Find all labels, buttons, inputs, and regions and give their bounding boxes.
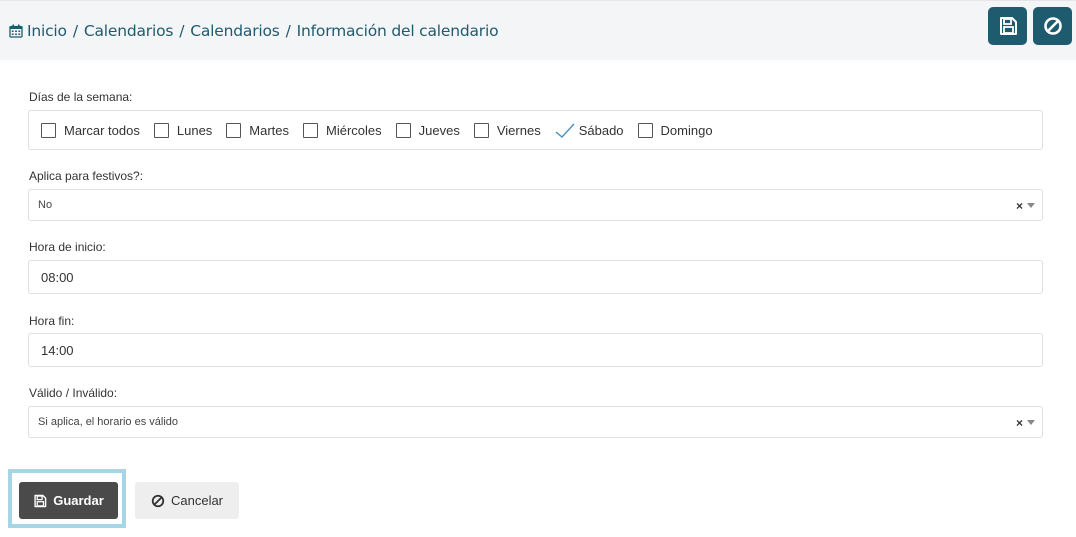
valido-select[interactable]: Si aplica, el horario es válido × (28, 406, 1043, 438)
festivos-label: Aplica para festivos?: (29, 169, 144, 183)
clear-selection-icon[interactable]: × (1016, 416, 1023, 430)
checkbox-box[interactable] (153, 122, 169, 138)
days-label: Días de la semana: (29, 90, 133, 104)
hora-fin-input[interactable]: 14:00 (28, 333, 1043, 367)
hora-fin-value: 14:00 (41, 342, 74, 358)
calendar-icon (9, 24, 23, 38)
checkbox-viernes[interactable]: Viernes (473, 122, 541, 138)
header-cancel-button[interactable] (1033, 7, 1072, 45)
hora-inicio-value: 08:00 (41, 269, 74, 285)
floppy-disk-icon (999, 17, 1017, 35)
breadcrumb: Inicio / Calendarios / Calendarios / Inf… (9, 22, 499, 40)
checkbox-jueves[interactable]: Jueves (395, 122, 460, 138)
caret-down-icon[interactable] (1027, 420, 1035, 425)
ban-icon (151, 494, 165, 507)
checkbox-label: Domingo (660, 122, 713, 138)
checkbox-label: Marcar todos (64, 122, 140, 138)
breadcrumb-separator: / (179, 22, 185, 40)
checkbox-label: Martes (249, 122, 290, 138)
checkbox-box[interactable] (41, 122, 56, 138)
cancel-button-label: Cancelar (170, 493, 224, 508)
cancel-button[interactable]: Cancelar (135, 482, 239, 519)
breadcrumb-separator: / (285, 22, 291, 40)
caret-down-icon[interactable] (1027, 203, 1035, 208)
checkbox-box[interactable] (395, 122, 411, 138)
checkbox-marcar-todos[interactable]: Marcar todos (41, 122, 140, 138)
save-button[interactable]: Guardar (19, 482, 118, 519)
festivos-selected-value: No (38, 199, 53, 211)
checkbox-sabado[interactable]: Sábado (555, 123, 624, 138)
page-header: Inicio / Calendarios / Calendarios / Inf… (0, 0, 1076, 60)
checkbox-lunes[interactable]: Lunes (153, 122, 213, 138)
checkbox-domingo[interactable]: Domingo (637, 122, 713, 138)
clear-selection-icon[interactable]: × (1016, 199, 1023, 213)
hora-fin-label: Hora fin: (29, 314, 75, 328)
checkbox-box[interactable] (637, 122, 653, 138)
ban-icon (1043, 17, 1062, 35)
hora-inicio-label: Hora de inicio: (29, 240, 106, 254)
checkbox-label: Viernes (496, 122, 541, 138)
festivos-select[interactable]: No × (28, 189, 1043, 221)
breadcrumb-item-inicio[interactable]: Inicio (27, 22, 67, 40)
checkbox-label: Jueves (418, 122, 460, 138)
breadcrumb-item-current: Información del calendario (296, 22, 499, 40)
checkbox-label: Miércoles (326, 122, 382, 138)
breadcrumb-item-calendarios-2[interactable]: Calendarios (190, 22, 280, 40)
hora-inicio-input[interactable]: 08:00 (28, 260, 1043, 294)
valido-label: Válido / Inválido: (29, 386, 118, 400)
checkbox-box[interactable] (473, 122, 489, 138)
checkbox-box[interactable] (226, 122, 242, 138)
floppy-disk-icon (34, 494, 47, 507)
header-save-button[interactable] (988, 7, 1027, 45)
checkbox-box[interactable] (303, 122, 319, 138)
breadcrumb-item-calendarios[interactable]: Calendarios (84, 22, 174, 40)
valido-selected-value: Si aplica, el horario es válido (38, 416, 179, 428)
checkbox-label: Lunes (176, 122, 213, 138)
checkbox-label: Sábado (578, 122, 624, 138)
checkbox-miercoles[interactable]: Miércoles (303, 122, 382, 138)
checkbox-martes[interactable]: Martes (226, 122, 290, 138)
days-checkbox-group: Marcar todos Lunes Martes Miércoles Juev… (28, 110, 1043, 150)
checkmark-icon[interactable] (555, 123, 575, 138)
save-button-label: Guardar (53, 493, 104, 508)
breadcrumb-separator: / (72, 22, 78, 40)
